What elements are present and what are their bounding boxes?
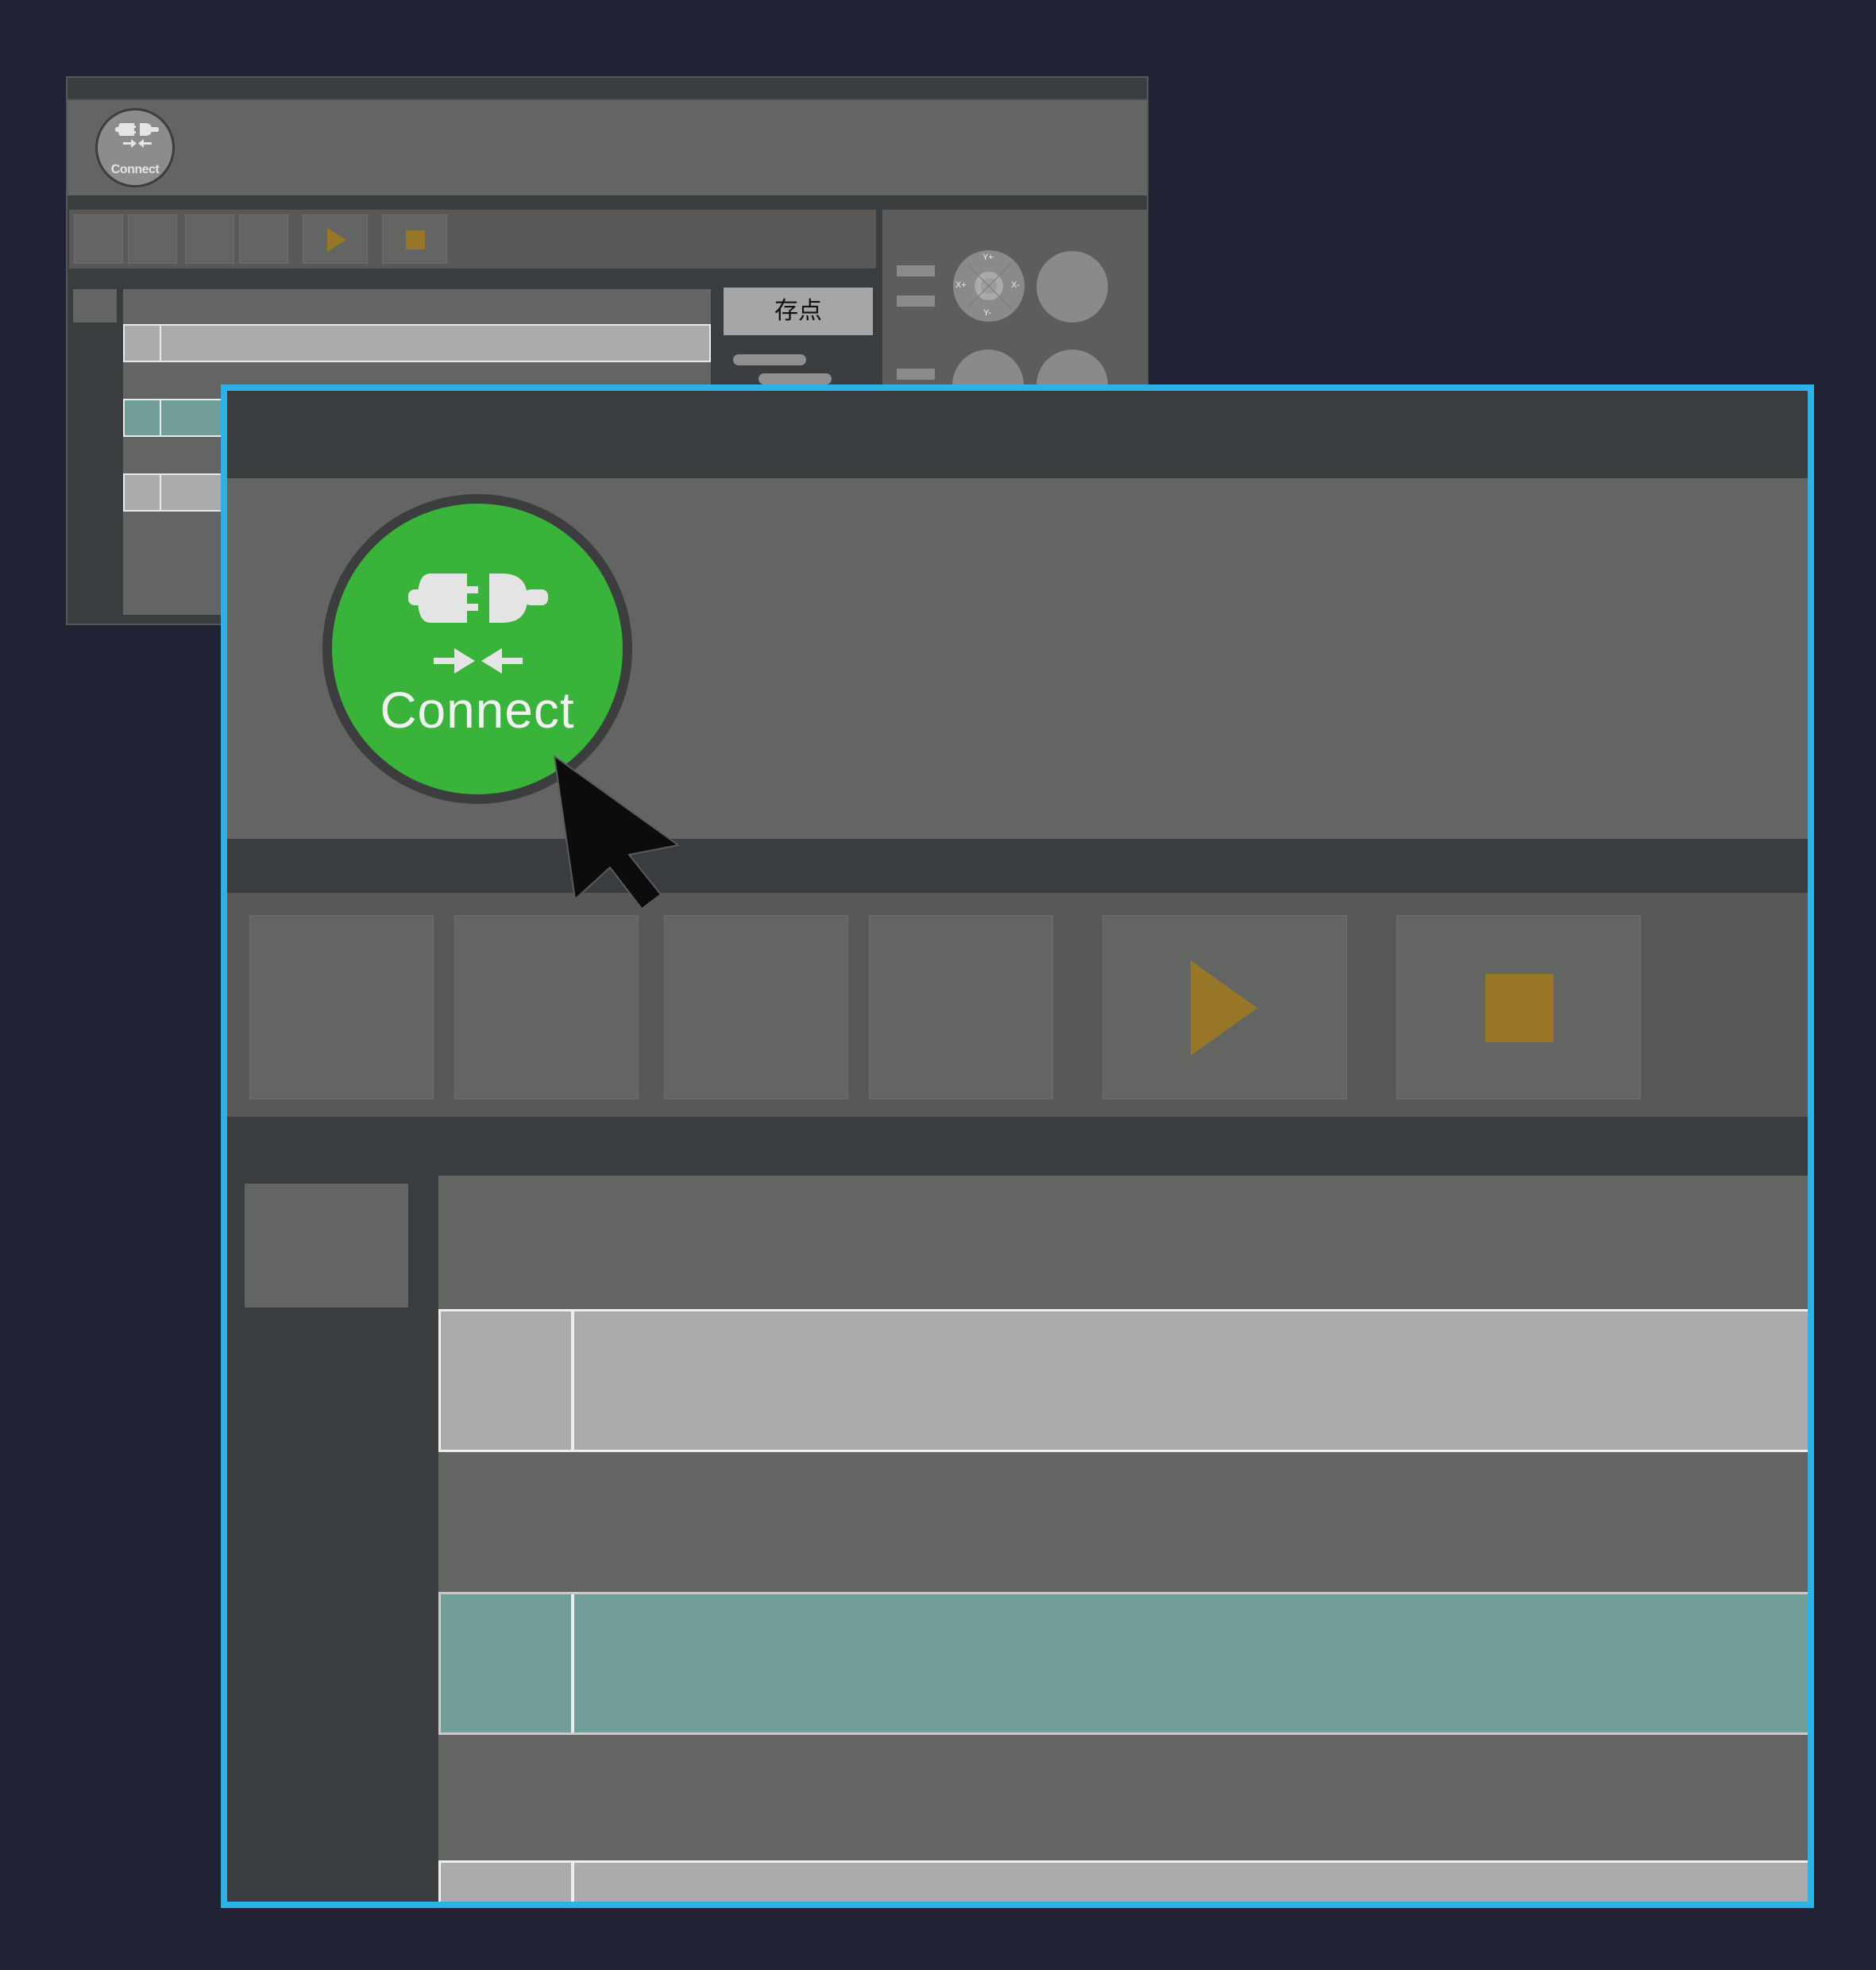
stop-icon [1485, 974, 1554, 1042]
plug-icon [115, 123, 159, 148]
point-list [438, 1176, 1808, 1902]
joystick-icon[interactable]: Y+ Y- X+ X- [952, 249, 1025, 323]
list-row-selected[interactable] [438, 1592, 1808, 1735]
bg-title-bar [68, 78, 1147, 100]
bg-slider-1[interactable] [733, 354, 806, 365]
bg-control-line [897, 296, 935, 307]
toolbar [227, 893, 1808, 1117]
bg-header-panel [68, 100, 1147, 195]
tool-button-4[interactable] [869, 915, 1053, 1099]
play-icon [1191, 960, 1257, 1056]
bg-tool-button-1[interactable] [74, 214, 123, 264]
tool-button-2[interactable] [454, 915, 639, 1099]
tool-button-3[interactable] [664, 915, 848, 1099]
play-icon [327, 228, 346, 252]
side-thumbnail[interactable] [245, 1184, 408, 1308]
arrows-in-icon [434, 648, 523, 674]
joystick-right-label: X- [1011, 280, 1020, 290]
connect-label: Connect [380, 682, 575, 739]
mouse-cursor-icon [551, 753, 694, 916]
bg-stop-button[interactable] [382, 214, 447, 264]
list-row[interactable] [438, 1309, 1808, 1452]
bg-control-line [897, 265, 935, 276]
bg-slider-2[interactable] [759, 373, 832, 384]
joystick-up-label: Y+ [982, 253, 994, 262]
plug-icon [408, 574, 548, 623]
list-row[interactable] [438, 1860, 1808, 1902]
bg-play-button[interactable] [303, 214, 368, 264]
stop-button[interactable] [1396, 915, 1641, 1099]
header-separator [227, 839, 1808, 893]
bg-connect-label: Connect [110, 163, 160, 176]
stop-icon [406, 230, 425, 249]
play-button[interactable] [1102, 915, 1347, 1099]
joystick-left-label: X+ [955, 280, 967, 290]
bg-list-row[interactable] [123, 324, 711, 362]
zoomed-app-window: Connect [221, 384, 1814, 1908]
tool-button-1[interactable] [249, 915, 434, 1099]
joystick-down-label: Y- [983, 308, 991, 318]
bg-knob-button[interactable] [1036, 251, 1108, 323]
bg-tool-button-2[interactable] [128, 214, 177, 264]
bg-toolbar [69, 210, 876, 268]
bg-side-thumbnail[interactable] [73, 289, 117, 323]
bg-control-line [897, 369, 935, 380]
title-bar [227, 391, 1808, 478]
bg-tool-button-4[interactable] [239, 214, 288, 264]
save-point-button[interactable]: 存点 [724, 288, 873, 335]
bg-tool-button-3[interactable] [185, 214, 234, 264]
bg-connect-button[interactable]: Connect [95, 108, 175, 187]
